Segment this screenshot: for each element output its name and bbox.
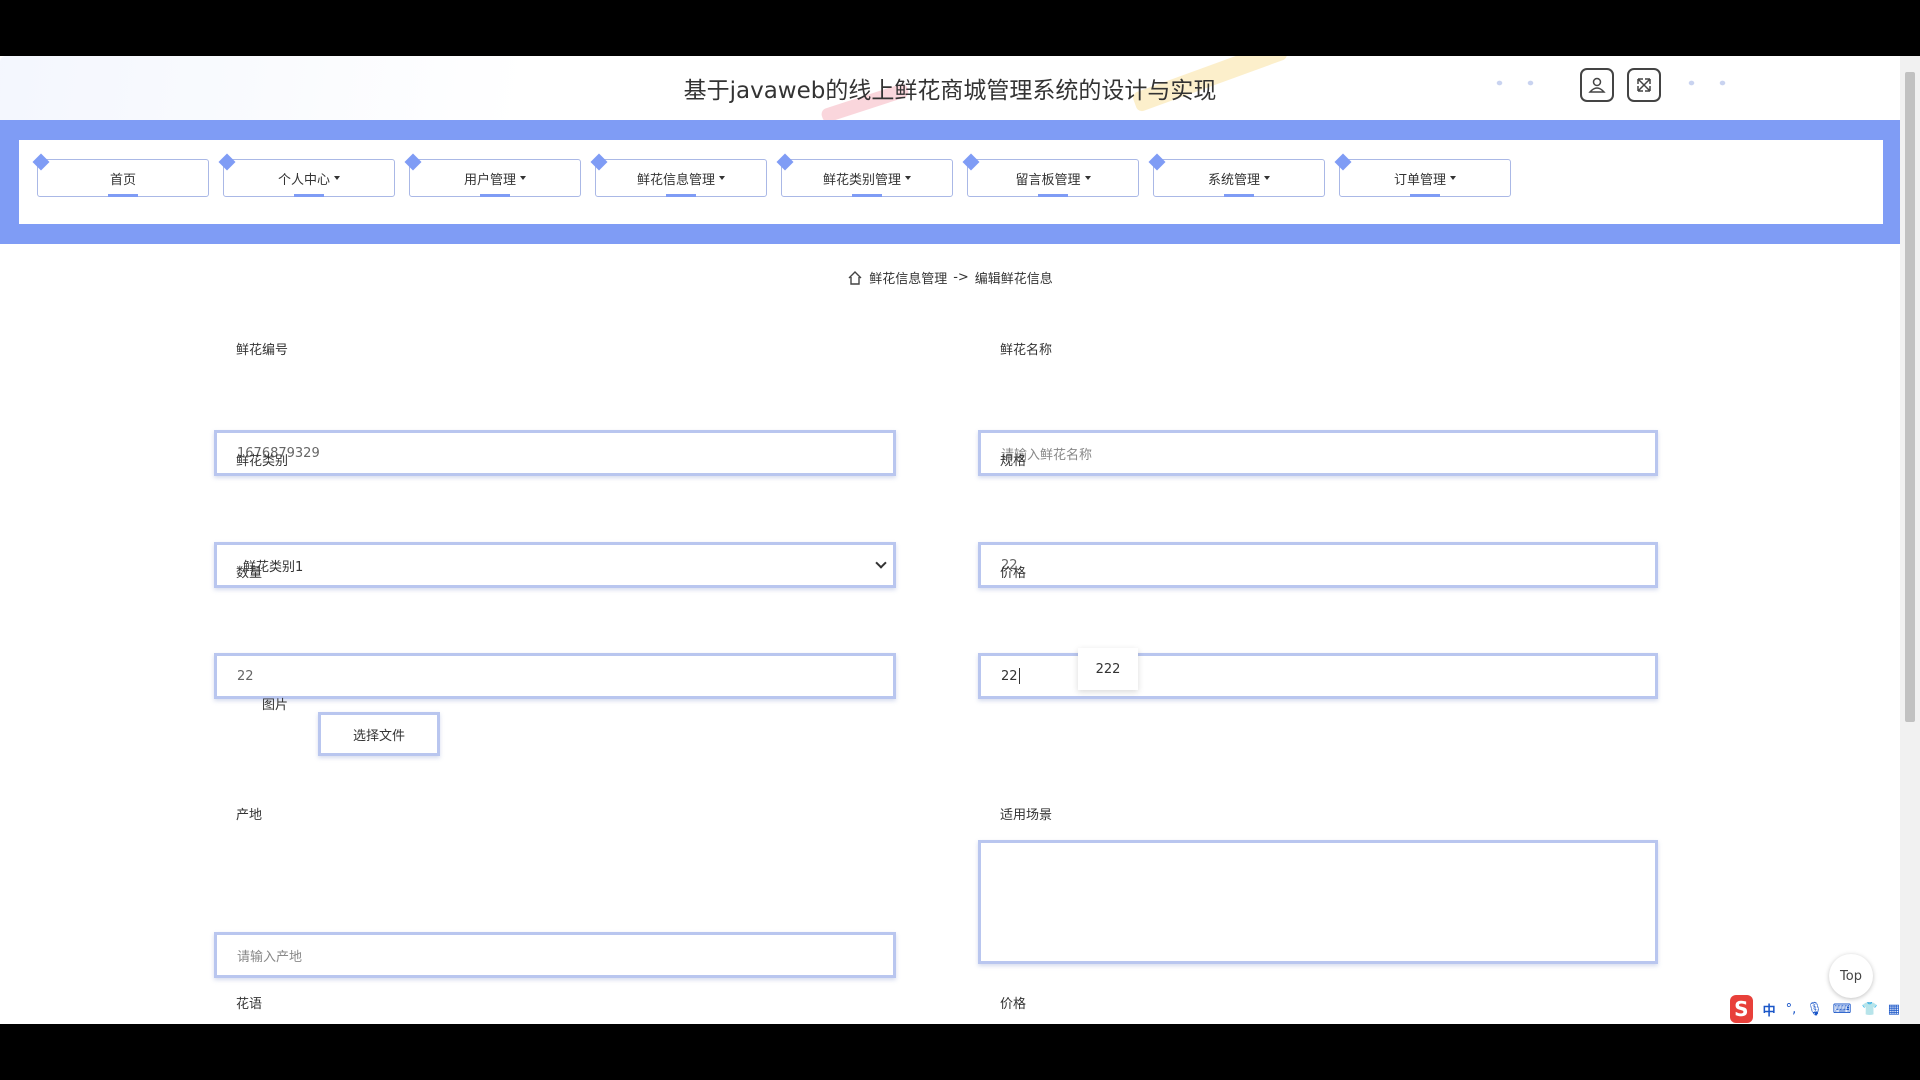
- nav-decor-diamond: [1334, 153, 1352, 171]
- text-cursor: [1018, 668, 1020, 684]
- nav-decor-underline: [480, 194, 510, 197]
- nav-decor-underline: [1410, 194, 1440, 197]
- nav-decor-diamond: [590, 153, 608, 171]
- microphone-icon[interactable]: 🎙: [1806, 1002, 1823, 1017]
- punctuation-icon[interactable]: °,: [1786, 1002, 1797, 1017]
- category-label: 鲜花类别: [236, 454, 289, 469]
- skin-icon[interactable]: 👕: [1862, 1002, 1878, 1017]
- choose-file-button[interactable]: 选择文件: [318, 712, 440, 756]
- caret-down-icon: [520, 176, 526, 180]
- price-value: 22: [1001, 668, 1018, 684]
- keyboard-icon[interactable]: ⌨: [1833, 1002, 1852, 1017]
- quantity-label: 数量: [236, 566, 263, 581]
- breadcrumb: 鲜花信息管理 -> 编辑鲜花信息: [0, 268, 1900, 287]
- caret-down-icon: [905, 176, 911, 180]
- nav-item-home[interactable]: 首页: [32, 153, 209, 197]
- nav-item-system-management[interactable]: 系统管理: [1148, 153, 1325, 197]
- fullscreen-button[interactable]: [1627, 68, 1661, 102]
- image-label: 图片: [262, 698, 289, 713]
- ime-toolbar[interactable]: S 中 °, 🎙 ⌨ 👕 ▦: [1730, 994, 1900, 1024]
- spec-label: 规格: [1000, 454, 1027, 469]
- nav-item-label: 订单管理: [1393, 172, 1446, 188]
- nav-item-label: 系统管理: [1207, 172, 1260, 188]
- caret-down-icon: [1084, 176, 1091, 180]
- nav-item-order-management[interactable]: 订单管理: [1334, 153, 1511, 197]
- breadcrumb-current: 编辑鲜花信息: [974, 272, 1053, 287]
- nav-item-label: 首页: [109, 172, 136, 188]
- sogou-logo-icon: S: [1730, 995, 1753, 1023]
- flower-no-input[interactable]: 1676879329: [214, 430, 896, 476]
- nav-decor-diamond: [962, 153, 980, 171]
- page-title: 基于javaweb的线上鲜花商城管理系统的设计与实现: [683, 78, 1217, 104]
- toolbox-icon[interactable]: ▦: [1888, 1002, 1900, 1017]
- nav-item-label: 鲜花类别管理: [822, 172, 901, 188]
- nav-decor-underline: [666, 194, 696, 197]
- nav-decor-underline: [108, 194, 138, 197]
- flower-name-input[interactable]: 请输入鲜花名称: [978, 430, 1658, 476]
- nav-decor-diamond: [218, 153, 236, 171]
- header: 基于javaweb的线上鲜花商城管理系统的设计与实现: [0, 56, 1900, 120]
- fullscreen-icon: [1637, 78, 1651, 92]
- decor-dots: [1676, 70, 1736, 106]
- ime-lang[interactable]: 中: [1763, 1000, 1776, 1019]
- nav-item-label: 鲜花信息管理: [636, 172, 715, 188]
- caret-down-icon: [334, 176, 340, 180]
- user-center-button[interactable]: [1580, 68, 1614, 102]
- nav-item-flower-category[interactable]: 鲜花类别管理: [776, 153, 953, 197]
- caret-down-icon: [1264, 176, 1270, 180]
- caret-down-icon: [719, 176, 725, 180]
- back-to-top-button[interactable]: Top: [1829, 954, 1873, 998]
- scrollbar-thumb[interactable]: [1905, 72, 1915, 722]
- nav-decor-underline: [1224, 194, 1254, 197]
- quantity-input[interactable]: 22: [214, 653, 896, 699]
- nav-item-flower-info[interactable]: 鲜花信息管理: [590, 153, 767, 197]
- decor-dots: [1484, 70, 1544, 106]
- spec-input[interactable]: 22: [978, 542, 1658, 588]
- breadcrumb-separator: ->: [953, 270, 969, 285]
- nav-decor-underline: [1038, 194, 1068, 197]
- nav-item-label: 留言板管理: [1015, 172, 1081, 188]
- nav-decor-diamond: [1148, 153, 1166, 171]
- flower-name-label: 鲜花名称: [1000, 343, 1053, 358]
- chevron-down-icon: [875, 557, 887, 569]
- scene-textarea[interactable]: [978, 840, 1658, 964]
- category-select[interactable]: 鲜花类别1: [214, 542, 896, 588]
- breadcrumb-parent[interactable]: 鲜花信息管理: [869, 268, 947, 287]
- flower-no-label: 鲜花编号: [236, 343, 289, 358]
- app-window: 基于javaweb的线上鲜花商城管理系统的设计与实现 首页 个人中心 用户管理 …: [0, 56, 1920, 1024]
- price2-label: 价格: [1000, 997, 1027, 1012]
- nav-item-label: 个人中心: [277, 172, 330, 188]
- nav-item-user-management[interactable]: 用户管理: [404, 153, 581, 197]
- nav-decor-underline: [294, 194, 324, 197]
- caret-down-icon: [1450, 176, 1456, 180]
- nav-decor-diamond: [32, 153, 50, 171]
- nav-decor-diamond: [776, 153, 794, 171]
- nav-item-label: 用户管理: [463, 172, 516, 188]
- home-icon[interactable]: [847, 270, 863, 286]
- origin-label: 产地: [236, 808, 263, 823]
- page-scrollbar[interactable]: [1900, 56, 1920, 1024]
- nav-item-message-board[interactable]: 留言板管理: [962, 153, 1139, 197]
- user-icon: [1588, 77, 1606, 93]
- nav-decor-diamond: [404, 153, 422, 171]
- scene-label: 适用场景: [1000, 808, 1053, 823]
- main-nav: 首页 个人中心 用户管理 鲜花信息管理 鲜花类别管理 留言板管理 系统管理 订单…: [19, 140, 1883, 224]
- origin-input[interactable]: 请输入产地: [214, 932, 896, 978]
- nav-decor-underline: [852, 194, 882, 197]
- nav-item-personal-center[interactable]: 个人中心: [218, 153, 395, 197]
- price-autocomplete-suggestion[interactable]: 222: [1078, 648, 1138, 690]
- flower-language-label: 花语: [236, 997, 263, 1012]
- price-label: 价格: [1000, 566, 1027, 581]
